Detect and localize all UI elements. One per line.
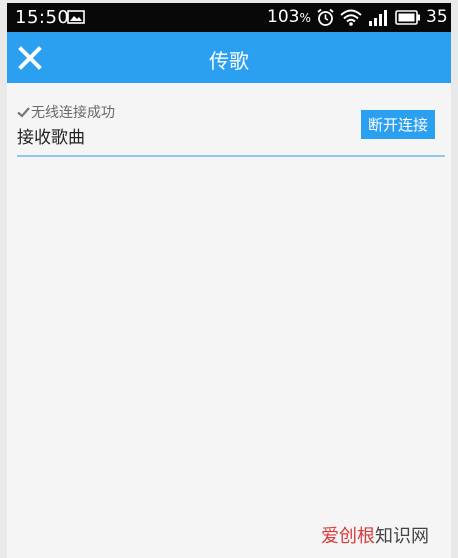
- battery-icon: [395, 10, 420, 25]
- status-right-number: 35: [426, 7, 448, 27]
- status-time: 15:50: [15, 7, 70, 28]
- signal-icon: [369, 10, 387, 26]
- watermark: 爱创根知识网: [321, 526, 429, 547]
- disconnect-button[interactable]: 断开连接: [361, 110, 435, 139]
- page-title: 传歌: [209, 49, 249, 73]
- gallery-icon: [67, 10, 85, 24]
- status-bar: 15:50 103% 35: [7, 3, 451, 32]
- wifi-icon: [340, 9, 362, 26]
- app-bar: 传歌: [7, 32, 451, 83]
- connection-status: 无线连接成功: [17, 102, 115, 122]
- check-icon: [17, 107, 30, 118]
- alarm-icon: [317, 8, 334, 26]
- phone-screen: 15:50 103% 35 传歌 无线连接成功 接收歌曲 断开连接 爱创根知识网: [7, 3, 451, 558]
- connection-status-text: 无线连接成功: [31, 105, 115, 121]
- connection-row: 无线连接成功 接收歌曲 断开连接: [17, 99, 445, 157]
- receive-songs-title: 接收歌曲: [17, 128, 85, 148]
- battery-percent-text: 103%: [267, 7, 311, 27]
